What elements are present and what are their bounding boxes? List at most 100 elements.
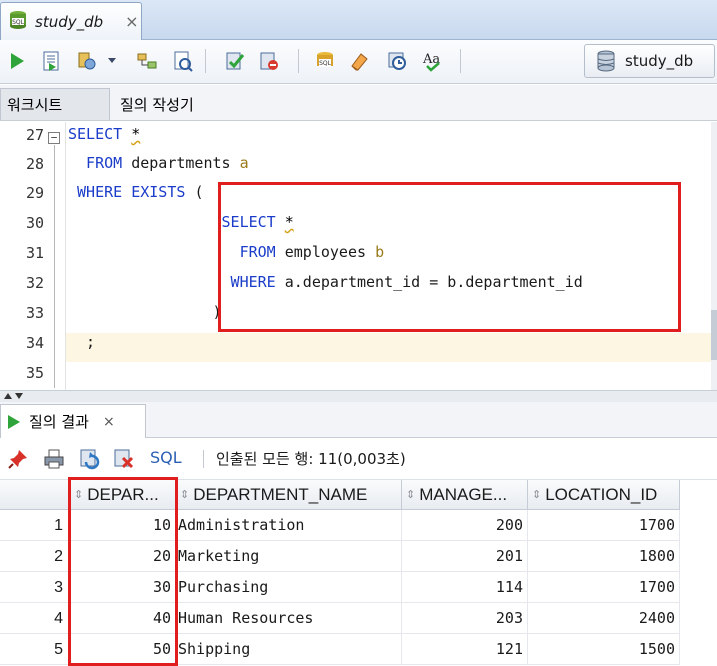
sort-icon: ⇕ xyxy=(406,489,416,501)
column-header-label: DEPARTMENT_NAME xyxy=(193,484,368,504)
connection-label: study_db xyxy=(625,52,694,70)
refresh-icon xyxy=(80,449,100,470)
code-token: SELECT xyxy=(68,125,132,143)
line-number: 29 xyxy=(25,184,44,202)
toolbar-separator xyxy=(205,49,206,73)
worksheet-toolbar: SQL Aa study_db xyxy=(0,40,717,84)
toolbar-separator xyxy=(460,49,461,73)
tab-query-builder[interactable]: 질의 작성기 xyxy=(120,88,240,120)
code-token: ; xyxy=(68,333,96,351)
result-tabs: 질의 결과 × xyxy=(0,402,717,438)
clear-button[interactable] xyxy=(346,48,372,74)
query-result-tab-label: 질의 결과 xyxy=(29,413,89,431)
cell-manager-id[interactable]: 200 xyxy=(402,510,528,541)
autotrace-dropdown[interactable] xyxy=(104,48,120,74)
pin-button[interactable] xyxy=(6,447,30,471)
sql-tuning-button[interactable] xyxy=(170,48,196,74)
run-statement-button[interactable] xyxy=(4,48,30,74)
code-token: WHERE EXISTS xyxy=(68,183,195,201)
code-token: departments xyxy=(131,154,240,172)
collapse-up-icon[interactable] xyxy=(3,392,13,400)
cell-manager-id[interactable]: 121 xyxy=(402,634,528,665)
cell-location-id[interactable]: 1700 xyxy=(528,510,680,541)
pin-icon xyxy=(8,450,27,469)
line-number: 33 xyxy=(25,304,44,322)
column-header-manager-id[interactable]: ⇕ MANAGE... xyxy=(402,480,528,510)
cell-location-id[interactable]: 1500 xyxy=(528,634,680,665)
unshared-sql-icon: SQL xyxy=(317,52,333,67)
tab-worksheet[interactable]: 워크시트 xyxy=(0,88,110,120)
print-button[interactable] xyxy=(42,447,66,471)
connection-selector[interactable]: study_db xyxy=(584,44,715,78)
database-connection-icon xyxy=(597,50,615,72)
cancel-fetch-button[interactable] xyxy=(112,447,136,471)
collapse-down-icon[interactable] xyxy=(14,392,24,400)
sql-link[interactable]: SQL xyxy=(150,448,182,467)
fetch-status: 인출된 모든 행: 11(0,003초) xyxy=(216,450,406,468)
sql-worksheet-icon: SQL xyxy=(7,9,29,35)
cell-department-name[interactable]: Human Resources xyxy=(176,603,402,634)
run-script-button[interactable] xyxy=(38,48,64,74)
cell-location-id[interactable]: 2400 xyxy=(528,603,680,634)
sort-icon: ⇕ xyxy=(180,489,190,501)
line-number: 32 xyxy=(25,274,44,292)
line-number: 30 xyxy=(25,214,44,232)
autotrace-button[interactable] xyxy=(74,48,100,74)
cell-location-id[interactable]: 1800 xyxy=(528,541,680,572)
commit-button[interactable] xyxy=(222,48,248,74)
row-number: 4 xyxy=(0,603,70,634)
line-number: 34 xyxy=(25,334,44,352)
run-icon xyxy=(11,53,24,69)
code-line[interactable]: ; xyxy=(68,328,708,357)
cell-location-id[interactable]: 1700 xyxy=(528,572,680,603)
sql-history-button[interactable] xyxy=(384,48,410,74)
cell-department-name[interactable]: Purchasing xyxy=(176,572,402,603)
column-header-department-name[interactable]: ⇕ DEPARTMENT_NAME xyxy=(176,480,402,510)
row-number: 2 xyxy=(0,541,70,572)
editor-subtabs: 워크시트 질의 작성기 xyxy=(0,85,717,121)
toolbar-separator xyxy=(298,49,299,73)
explain-plan-icon xyxy=(137,53,157,69)
tab-query-result[interactable]: 질의 결과 × xyxy=(0,404,146,438)
history-icon xyxy=(388,52,406,70)
code-line[interactable] xyxy=(68,358,708,387)
cell-department-name[interactable]: Administration xyxy=(176,510,402,541)
explain-plan-button[interactable] xyxy=(134,48,160,74)
code-line[interactable]: SELECT * xyxy=(68,120,708,149)
row-number: 3 xyxy=(0,572,70,603)
results-grid: ⇕ DEPAR... ⇕ DEPARTMENT_NAME ⇕ MANAGE...… xyxy=(0,477,717,666)
sql-editor[interactable]: 27 28 29 30 31 32 33 34 35 − SELECT * FR… xyxy=(0,122,717,390)
rollback-button[interactable] xyxy=(256,48,282,74)
column-header-location-id[interactable]: ⇕ LOCATION_ID xyxy=(528,480,680,510)
rollback-icon xyxy=(260,52,278,70)
line-number-gutter: 27 28 29 30 31 32 33 34 35 − xyxy=(0,122,66,390)
line-number: 35 xyxy=(25,364,44,382)
editor-scrollbar-thumb[interactable] xyxy=(711,310,717,360)
panel-splitter[interactable] xyxy=(0,390,717,402)
fold-collapse-icon[interactable]: − xyxy=(48,132,60,144)
to-upper-lower-button[interactable]: Aa xyxy=(420,48,446,74)
svg-text:SQL: SQL xyxy=(319,60,332,67)
cell-manager-id[interactable]: 201 xyxy=(402,541,528,572)
toolbar-separator xyxy=(203,450,204,468)
subquery-highlight-box xyxy=(218,182,681,332)
row-number: 1 xyxy=(0,510,70,541)
chevron-down-icon xyxy=(108,58,116,63)
cell-manager-id[interactable]: 203 xyxy=(402,603,528,634)
svg-text:SQL: SQL xyxy=(12,19,25,26)
cancel-icon xyxy=(114,449,134,469)
close-icon[interactable]: × xyxy=(103,414,115,430)
cell-department-name[interactable]: Marketing xyxy=(176,541,402,572)
line-number: 31 xyxy=(25,244,44,262)
document-tab-study-db[interactable]: SQL study_db × xyxy=(0,2,142,40)
refresh-button[interactable] xyxy=(78,447,102,471)
cell-department-name[interactable]: Shipping xyxy=(176,634,402,665)
cell-manager-id[interactable]: 114 xyxy=(402,572,528,603)
code-line[interactable]: FROM departments a xyxy=(68,149,708,178)
close-icon[interactable]: × xyxy=(125,12,138,31)
unshared-sql-button[interactable]: SQL xyxy=(312,48,338,74)
result-toolbar: SQL 인출된 모든 행: 11(0,003초) xyxy=(0,438,717,480)
grid-corner-header xyxy=(0,480,70,510)
column-header-label: MANAGE... xyxy=(419,484,508,504)
